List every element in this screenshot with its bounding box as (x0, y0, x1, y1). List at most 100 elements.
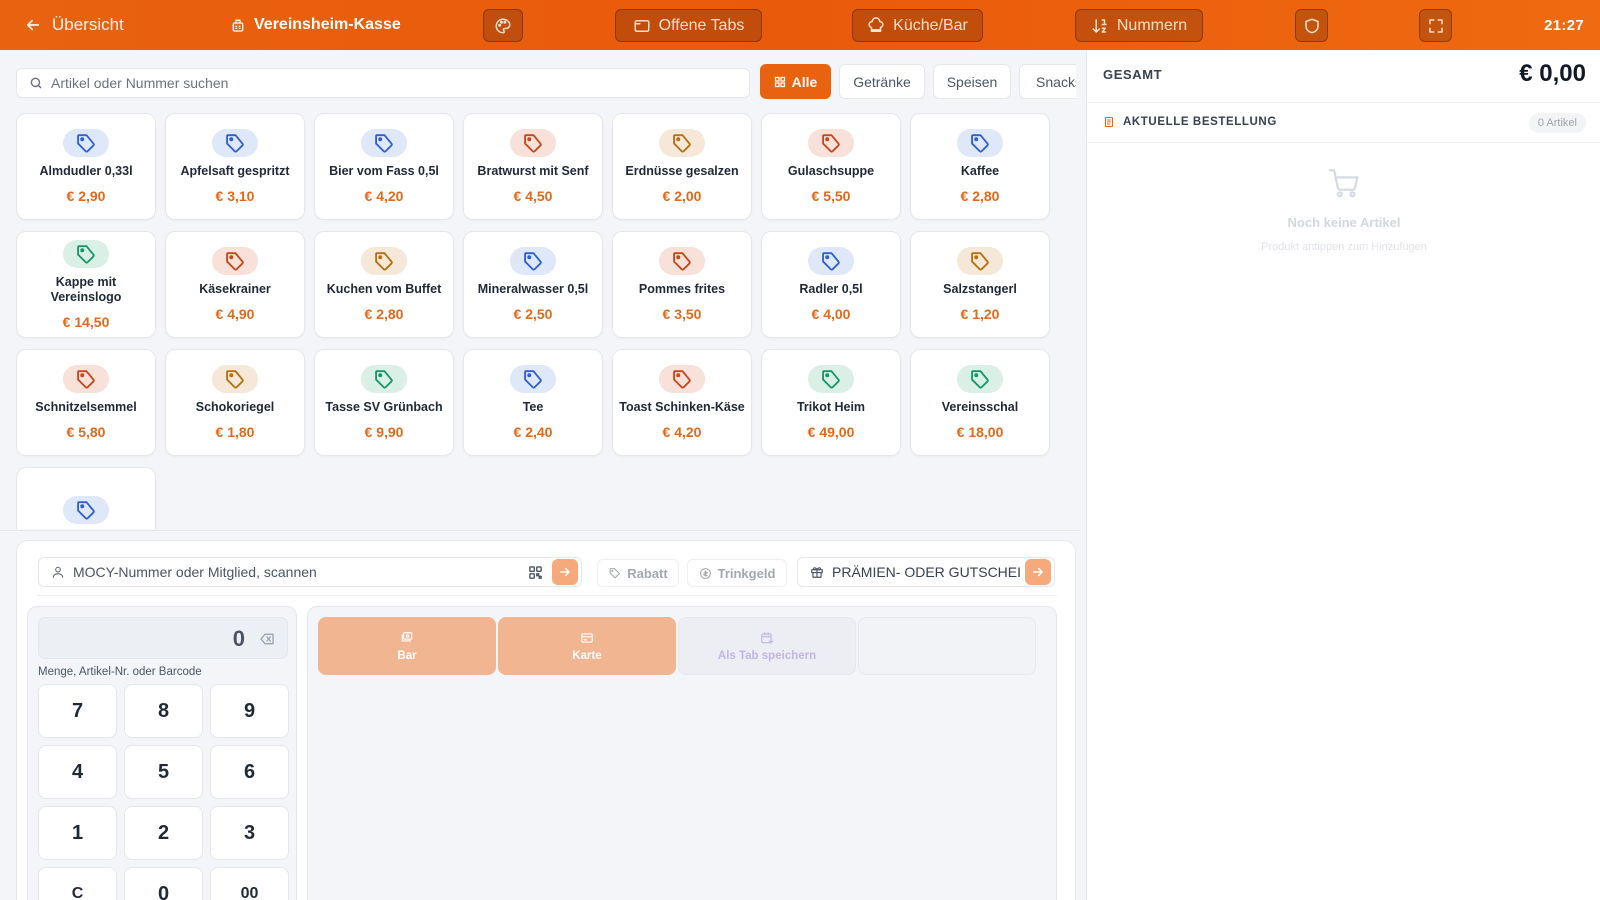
shield-button[interactable] (1295, 9, 1328, 42)
product-tile[interactable]: Salzstangerl € 1,20 (910, 231, 1050, 338)
product-tile[interactable]: Vereinsschal € 18,00 (910, 349, 1050, 456)
numbers-label: Nummern (1116, 16, 1188, 34)
tag-icon (361, 365, 407, 393)
product-tile[interactable]: Radler 0,5l € 4,00 (761, 231, 901, 338)
product-price: € 3,10 (215, 188, 255, 204)
tag-icon (659, 129, 705, 157)
product-tile[interactable]: Tee € 2,40 (463, 349, 603, 456)
discount-button[interactable]: Rabatt (597, 559, 679, 587)
save-as-tab-button[interactable]: Als Tab speichern (678, 617, 856, 675)
product-price: € 1,20 (960, 306, 1000, 322)
category-tab-snacks[interactable]: Snacks (1019, 64, 1076, 99)
numpad-key-00[interactable]: 00 (210, 867, 289, 900)
total-label: GESAMT (1103, 67, 1163, 82)
numpad-key-6[interactable]: 6 (210, 745, 289, 799)
receipt-icon (1104, 116, 1114, 128)
product-tile[interactable]: Toast Schinken-Käse € 4,20 (612, 349, 752, 456)
tag-icon (361, 129, 407, 157)
tag-icon (510, 129, 556, 157)
tag-icon (957, 247, 1003, 275)
voucher-input[interactable]: PRÄMIEN- ODER GUTSCHEIN (797, 557, 1055, 587)
category-tab-all[interactable]: Alle (760, 64, 831, 99)
qr-code-icon[interactable] (528, 565, 543, 580)
product-name: Pommes frites (638, 282, 726, 296)
empty-cart-title: Noch keine Artikel (1287, 215, 1401, 230)
tip-button[interactable]: Trinkgeld (687, 559, 787, 587)
product-tile[interactable]: Almdudler 0,33l € 2,90 (16, 113, 156, 220)
product-tile[interactable]: Gulaschsuppe € 5,50 (761, 113, 901, 220)
numbers-button[interactable]: Nummern (1075, 9, 1203, 42)
member-input[interactable]: MOCY-Nummer oder Mitglied, scannen (38, 557, 582, 587)
search-placeholder: Artikel oder Nummer suchen (51, 75, 229, 91)
panel-divider (37, 595, 1057, 596)
product-tile[interactable]: Bier vom Fass 0,5l € 4,20 (314, 113, 454, 220)
numpad-key-3[interactable]: 3 (210, 806, 289, 860)
tag-icon (510, 365, 556, 393)
product-price: € 4,50 (513, 188, 553, 204)
numpad-key-4[interactable]: 4 (38, 745, 117, 799)
coin-icon (699, 567, 711, 579)
arrow-right-icon (560, 567, 570, 577)
numpad-display-value: 0 (232, 626, 245, 651)
open-tabs-button[interactable]: Offene Tabs (615, 9, 762, 42)
product-tile[interactable]: Mineralwasser 0,5l € 2,50 (463, 231, 603, 338)
category-tab-food[interactable]: Speisen (933, 64, 1011, 99)
tip-label: Trinkgeld (717, 565, 776, 581)
product-price: € 5,80 (66, 424, 106, 440)
numpad-key-1[interactable]: 1 (38, 806, 117, 860)
numpad-key-8[interactable]: 8 (124, 684, 203, 738)
product-name: Bratwurst mit Senf (477, 164, 589, 178)
numpad-key-5[interactable]: 5 (124, 745, 203, 799)
product-tile[interactable]: Apfelsaft gespritzt € 3,10 (165, 113, 305, 220)
backspace-icon[interactable] (259, 631, 275, 647)
product-tile[interactable]: Kappe mit Vereinslogo € 14,50 (16, 231, 156, 338)
product-tile[interactable]: Trikot Heim € 49,00 (761, 349, 901, 456)
product-tile[interactable]: Tasse SV Grünbach € 9,90 (314, 349, 454, 456)
credit-card-icon (581, 632, 593, 643)
theme-button[interactable] (483, 9, 523, 42)
numpad-key-clear[interactable]: C (38, 867, 117, 900)
category-tab-drinks[interactable]: Getränke (839, 64, 925, 99)
product-price: € 4,90 (215, 306, 255, 322)
product-search-input[interactable]: Artikel oder Nummer suchen (16, 68, 750, 98)
numpad-key-0[interactable]: 0 (124, 867, 203, 900)
tab-icon (634, 19, 650, 32)
numpad-display[interactable]: 0 (38, 617, 288, 659)
product-name: Kaffee (960, 164, 1000, 178)
tag-icon (957, 365, 1003, 393)
back-button[interactable]: Übersicht (24, 0, 124, 50)
grid-icon (774, 76, 785, 87)
product-tile[interactable]: Kaffee € 2,80 (910, 113, 1050, 220)
voucher-submit-button[interactable] (1025, 559, 1051, 585)
product-tile[interactable]: Pommes frites € 3,50 (612, 231, 752, 338)
tag-icon (212, 129, 258, 157)
fullscreen-button[interactable] (1419, 9, 1452, 42)
pay-cash-button[interactable]: Bar (318, 617, 496, 675)
arrow-right-icon (1033, 567, 1043, 577)
product-price: € 2,00 (662, 188, 702, 204)
product-price: € 2,90 (66, 188, 106, 204)
sort-numbers-icon (1092, 18, 1107, 33)
shield-icon (1304, 18, 1319, 33)
product-tile[interactable]: Weißer Spritzer (16, 467, 156, 529)
user-icon (52, 566, 64, 578)
numpad-key-2[interactable]: 2 (124, 806, 203, 860)
product-tile[interactable]: Käsekrainer € 4,90 (165, 231, 305, 338)
product-tile[interactable]: Kuchen vom Buffet € 2,80 (314, 231, 454, 338)
product-tile[interactable]: Schokoriegel € 1,80 (165, 349, 305, 456)
current-order-label: AKTUELLE BESTELLUNG (1123, 116, 1277, 128)
numpad-key-7[interactable]: 7 (38, 684, 117, 738)
product-price: € 4,00 (811, 306, 851, 322)
kitchen-bar-label: Küche/Bar (893, 16, 968, 34)
tag-icon (510, 247, 556, 275)
product-tile[interactable]: Schnitzelsemmel € 5,80 (16, 349, 156, 456)
kitchen-bar-button[interactable]: Küche/Bar (852, 9, 983, 42)
product-tile[interactable]: Bratwurst mit Senf € 4,50 (463, 113, 603, 220)
numpad-key-9[interactable]: 9 (210, 684, 289, 738)
product-price: € 18,00 (956, 424, 1004, 440)
pay-card-button[interactable]: Karte (498, 617, 676, 675)
member-submit-button[interactable] (552, 559, 578, 585)
product-tile[interactable]: Erdnüsse gesalzen € 2,00 (612, 113, 752, 220)
payment-area: Bar Karte Als Tab speichern (307, 606, 1057, 900)
open-tabs-label: Offene Tabs (658, 16, 745, 34)
